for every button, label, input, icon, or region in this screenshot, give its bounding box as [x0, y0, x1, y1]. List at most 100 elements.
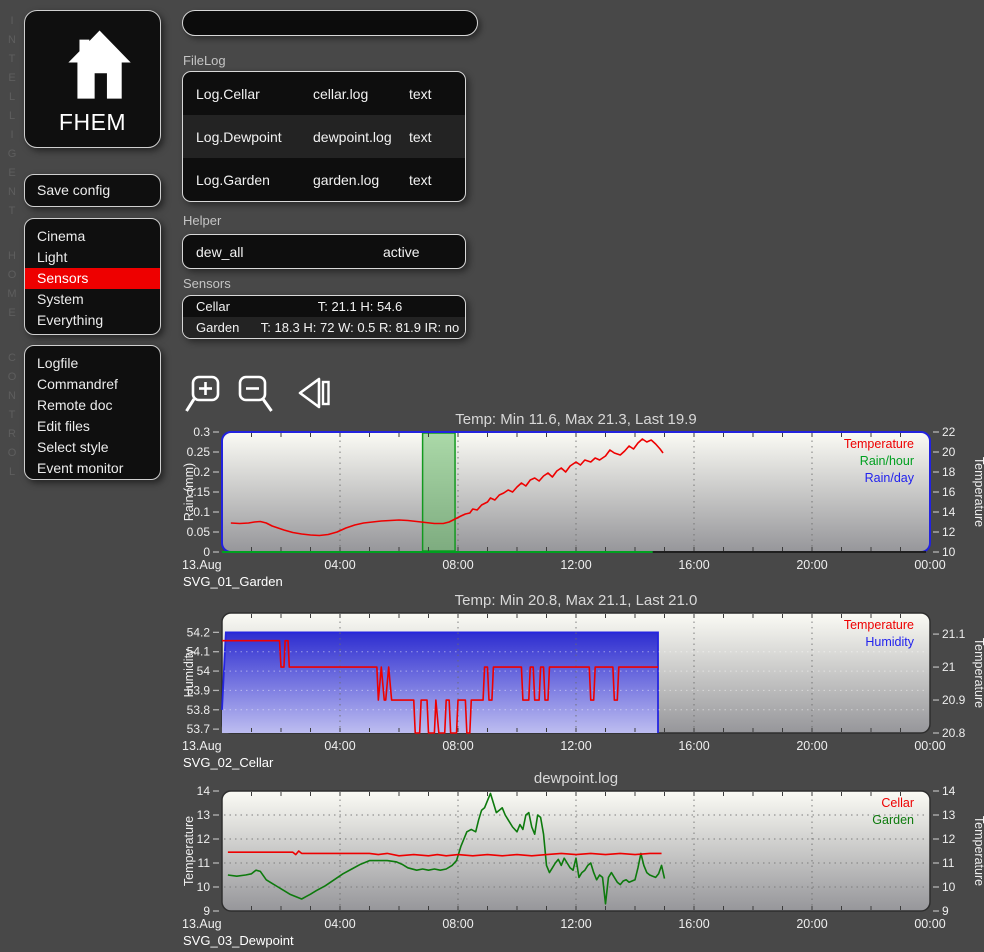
menu-item-light[interactable]: Light: [25, 247, 160, 268]
zoom-in-icon[interactable]: [184, 372, 226, 414]
svg-text:20.8: 20.8: [942, 726, 966, 740]
svg-text:Temperature: Temperature: [182, 816, 196, 886]
svg-text:11: 11: [198, 856, 211, 870]
svg-text:13: 13: [197, 808, 211, 822]
svg-text:12: 12: [197, 832, 211, 846]
svg-text:04:00: 04:00: [324, 739, 355, 753]
svg-text:0.05: 0.05: [187, 525, 211, 539]
cell: Log.Dewpoint: [183, 129, 313, 145]
svg-text:Humidity: Humidity: [182, 648, 196, 697]
svg-text:12:00: 12:00: [560, 558, 591, 572]
chart-caption-link[interactable]: SVG_02_Cellar: [183, 755, 273, 770]
menu-item-system[interactable]: System: [25, 289, 160, 310]
menu-item-select-style[interactable]: Select style: [25, 437, 160, 458]
svg-text:14: 14: [197, 784, 211, 798]
house-icon: [52, 23, 134, 107]
section-label-sensors: Sensors: [183, 276, 231, 291]
section-label-helper: Helper: [183, 213, 221, 228]
svg-text:00:00: 00:00: [914, 558, 945, 572]
section-label-filelog: FileLog: [183, 53, 226, 68]
filelog-table: Log.Cellarcellar.logtextLog.Dewpointdewp…: [182, 71, 466, 202]
chart-svg: 9101112131491011121314TemperatureTempera…: [182, 769, 984, 931]
svg-text:20:00: 20:00: [796, 558, 827, 572]
svg-text:Rain (mm): Rain (mm): [182, 463, 196, 521]
chart-cellar: 53.753.853.95454.154.220.820.92121.1Humi…: [182, 591, 984, 772]
cell: text: [409, 129, 465, 145]
chart-garden: 00.050.10.150.20.250.310121416182022Rain…: [182, 410, 984, 591]
tools-menu: LogfileCommandrefRemote docEdit filesSel…: [24, 345, 161, 480]
cell: Log.Cellar: [183, 86, 313, 102]
helper-row-dew-all[interactable]: dew_allactive: [183, 235, 465, 268]
svg-text:20: 20: [942, 445, 956, 459]
svg-text:00:00: 00:00: [914, 917, 945, 931]
sensors-row-cellar[interactable]: CellarT: 21.1 H: 54.6: [183, 296, 465, 317]
sensors-table: CellarT: 21.1 H: 54.6GardenT: 18.3 H: 72…: [182, 295, 466, 339]
svg-text:9: 9: [203, 904, 210, 918]
svg-text:Temperature: Temperature: [844, 437, 914, 451]
svg-text:Temperature: Temperature: [972, 816, 984, 886]
svg-text:08:00: 08:00: [442, 739, 473, 753]
filelog-row-log-dewpoint[interactable]: Log.Dewpointdewpoint.logtext: [183, 115, 465, 158]
svg-text:54: 54: [197, 664, 211, 678]
chart-svg: 00.050.10.150.20.250.310121416182022Rain…: [182, 410, 984, 572]
menu-item-event-monitor[interactable]: Event monitor: [25, 458, 160, 479]
svg-text:Rain/hour: Rain/hour: [860, 454, 914, 468]
logo-label: FHEM: [25, 109, 160, 136]
svg-text:0.25: 0.25: [187, 445, 211, 459]
cell: dewpoint.log: [313, 129, 409, 145]
svg-text:08:00: 08:00: [442, 558, 473, 572]
svg-text:11: 11: [942, 856, 955, 870]
cell: Cellar: [183, 299, 255, 314]
menu-item-cinema[interactable]: Cinema: [25, 226, 160, 247]
svg-text:dewpoint.log: dewpoint.log: [534, 770, 618, 787]
zoom-out-icon[interactable]: [233, 372, 275, 414]
svg-text:08:00: 08:00: [442, 917, 473, 931]
svg-text:04:00: 04:00: [324, 917, 355, 931]
menu-item-commandref[interactable]: Commandref: [25, 374, 160, 395]
fhem-logo[interactable]: FHEM: [24, 10, 161, 148]
svg-text:Temperature: Temperature: [844, 618, 914, 632]
svg-text:18: 18: [942, 465, 956, 479]
svg-text:12: 12: [942, 832, 956, 846]
menu-item-edit-files[interactable]: Edit files: [25, 416, 160, 437]
svg-text:12:00: 12:00: [560, 917, 591, 931]
svg-text:Humidity: Humidity: [865, 635, 914, 649]
menu-item-remote-doc[interactable]: Remote doc: [25, 395, 160, 416]
svg-text:Garden: Garden: [872, 813, 914, 827]
menu-item-sensors[interactable]: Sensors: [25, 268, 160, 289]
svg-text:20.9: 20.9: [942, 693, 966, 707]
command-input[interactable]: [182, 10, 478, 36]
svg-text:13.Aug: 13.Aug: [182, 917, 222, 931]
menu-item-logfile[interactable]: Logfile: [25, 353, 160, 374]
rooms-menu: CinemaLightSensorsSystemEverything: [24, 218, 161, 335]
svg-text:13.Aug: 13.Aug: [182, 739, 222, 753]
menu-item-everything[interactable]: Everything: [25, 310, 160, 331]
svg-text:14: 14: [942, 505, 956, 519]
chart-caption-link[interactable]: SVG_01_Garden: [183, 574, 283, 589]
sensors-row-garden[interactable]: GardenT: 18.3 H: 72 W: 0.5 R: 81.9 IR: n…: [183, 317, 465, 338]
svg-text:12: 12: [942, 525, 956, 539]
svg-text:00:00: 00:00: [914, 739, 945, 753]
cell: Garden: [183, 320, 255, 335]
save-config-button[interactable]: Save config: [24, 174, 161, 207]
svg-text:13.Aug: 13.Aug: [182, 558, 222, 572]
cell: Log.Garden: [183, 172, 313, 188]
cell: dew_all: [183, 244, 383, 260]
svg-text:53.8: 53.8: [187, 703, 211, 717]
back-icon[interactable]: [294, 372, 334, 414]
chart-caption-link[interactable]: SVG_03_Dewpoint: [183, 933, 294, 948]
svg-text:0: 0: [203, 545, 210, 559]
svg-text:9: 9: [942, 904, 949, 918]
svg-text:16:00: 16:00: [678, 917, 709, 931]
svg-text:Temperature: Temperature: [972, 457, 984, 527]
fhem-app: INTELLIGENTHOMECONTROL FHEM Save config …: [0, 0, 984, 952]
svg-text:16:00: 16:00: [678, 558, 709, 572]
svg-text:10: 10: [942, 545, 956, 559]
svg-text:Temp: Min 11.6, Max 21.3, Last: Temp: Min 11.6, Max 21.3, Last 19.9: [455, 411, 697, 428]
svg-text:53.7: 53.7: [187, 722, 211, 736]
svg-text:16:00: 16:00: [678, 739, 709, 753]
svg-text:Cellar: Cellar: [881, 796, 914, 810]
svg-text:13: 13: [942, 808, 956, 822]
filelog-row-log-cellar[interactable]: Log.Cellarcellar.logtext: [183, 72, 465, 115]
filelog-row-log-garden[interactable]: Log.Gardengarden.logtext: [183, 158, 465, 201]
